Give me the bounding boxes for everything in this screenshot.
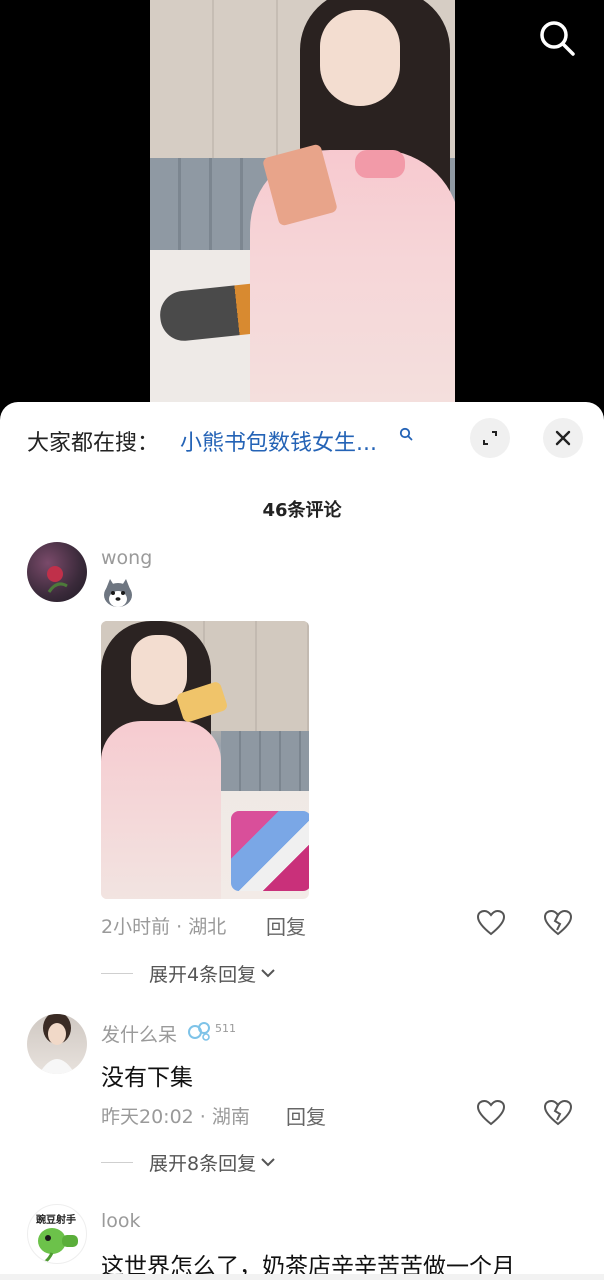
search-icon[interactable] [535, 16, 579, 60]
dislike-icon[interactable] [543, 1098, 573, 1128]
expand-replies-label: 展开4条回复 [149, 963, 257, 986]
avatar[interactable] [27, 542, 87, 602]
trending-prefix: 大家都在搜： [27, 431, 160, 456]
expand-replies[interactable]: 展开4条回复 [101, 960, 276, 986]
avatar[interactable] [27, 1014, 87, 1074]
husky-sticker-icon [101, 577, 135, 613]
level-badge: 511 [215, 1022, 236, 1035]
like-icon[interactable] [476, 908, 506, 938]
reply-button[interactable]: 回复 [266, 911, 306, 940]
comment-sheet: 大家都在搜： 小熊书包数钱女生... 46条评论 wong 2小时前 · 湖北 … [0, 402, 604, 1280]
comment-image-bags [231, 811, 309, 891]
comment-text: 没有下集 [101, 1065, 193, 1091]
comment-username[interactable]: wong [101, 547, 152, 569]
comment-image-dress [101, 721, 221, 899]
video-player[interactable] [0, 0, 604, 420]
video-person-face [320, 10, 400, 106]
avatar[interactable]: 豌豆射手 [27, 1204, 87, 1264]
peashooter-icon [38, 1228, 78, 1263]
chevron-down-icon [260, 1153, 276, 1172]
video-person-bow [355, 150, 405, 178]
bubble-badge-icon [187, 1020, 213, 1046]
comment-meta: 昨天20:02 · 湖南 [101, 1106, 250, 1128]
expand-divider [101, 972, 133, 974]
trending-query-link[interactable]: 小熊书包数钱女生... [180, 425, 377, 457]
comment-meta: 2小时前 · 湖北 [101, 916, 227, 938]
comment-image-headboard [221, 731, 309, 791]
comment-username[interactable]: look [101, 1210, 141, 1232]
like-icon[interactable] [476, 1098, 506, 1128]
close-button[interactable] [543, 418, 583, 458]
expand-icon [483, 431, 497, 445]
reply-button[interactable]: 回复 [286, 1101, 326, 1130]
chevron-down-icon [260, 964, 276, 983]
sheet-header: 大家都在搜： 小熊书包数钱女生... [0, 402, 604, 476]
video-frame[interactable] [150, 0, 455, 420]
expand-divider [101, 1161, 133, 1163]
dislike-icon[interactable] [543, 908, 573, 938]
comment-username[interactable]: 发什么呆 [101, 1020, 177, 1047]
comment-image[interactable] [101, 621, 309, 899]
expand-button[interactable] [470, 418, 510, 458]
bottom-edge [0, 1274, 604, 1280]
close-icon [555, 430, 571, 446]
comment-count: 46条评论 [262, 500, 342, 521]
trending-search-icon[interactable] [399, 426, 413, 445]
expand-replies-label: 展开8条回复 [149, 1152, 257, 1175]
expand-replies[interactable]: 展开8条回复 [101, 1149, 276, 1175]
